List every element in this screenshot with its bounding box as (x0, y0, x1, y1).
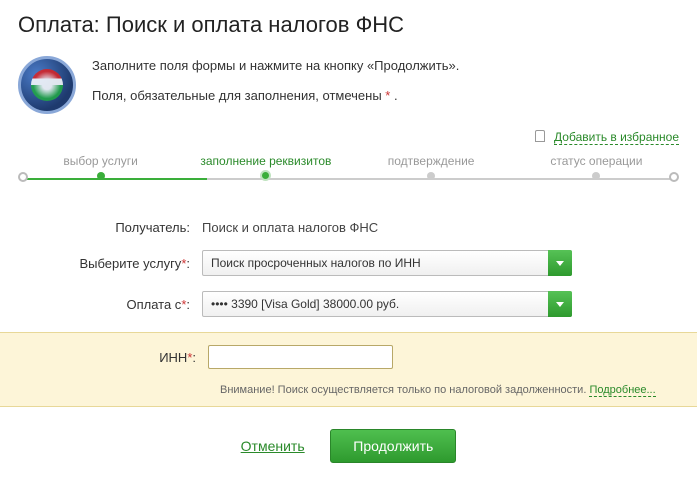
cancel-button[interactable]: Отменить (241, 438, 305, 454)
payfrom-select[interactable]: •••• 3390 [Visa Gold] 38000.00 руб. (202, 291, 572, 317)
step-label-2: заполнение реквизитов (183, 154, 348, 168)
service-select-value[interactable]: Поиск просроченных налогов по ИНН (202, 250, 572, 276)
chevron-down-icon[interactable] (548, 291, 572, 317)
inn-section: ИНН*: Внимание! Поиск осуществляется тол… (0, 332, 697, 407)
step-select-service: выбор услуги (18, 154, 183, 185)
required-asterisk: * (181, 297, 186, 312)
favorite-row: Добавить в избранное (18, 129, 679, 144)
fns-logo (18, 56, 76, 114)
label-service: Выберите услугу*: (24, 256, 202, 271)
label-service-text: Выберите услугу (79, 256, 181, 271)
step-label-3: подтверждение (349, 154, 514, 168)
inn-input[interactable] (208, 345, 393, 369)
actions-row: Отменить Продолжить (18, 429, 679, 463)
step-status: статус операции (514, 154, 679, 185)
step-fill-details: заполнение реквизитов (183, 154, 348, 185)
label-payfrom: Оплата с*: (24, 297, 202, 312)
step-confirm: подтверждение (349, 154, 514, 185)
progress-stepper: выбор услуги заполнение реквизитов подтв… (18, 154, 679, 194)
continue-button[interactable]: Продолжить (330, 429, 456, 463)
step-dot-1 (97, 172, 105, 180)
step-dot-4 (592, 172, 600, 180)
intro-text: Заполните поля формы и нажмите на кнопку… (92, 56, 459, 115)
chevron-down-icon[interactable] (548, 250, 572, 276)
intro-line-1: Заполните поля формы и нажмите на кнопку… (92, 56, 459, 76)
row-service: Выберите услугу*: Поиск просроченных нал… (18, 250, 679, 276)
intro-required-prefix: Поля, обязательные для заполнения, отмеч… (92, 88, 385, 103)
value-recipient: Поиск и оплата налогов ФНС (202, 220, 673, 235)
add-favorite-link[interactable]: Добавить в избранное (554, 130, 679, 145)
bookmark-icon (535, 130, 545, 142)
hint-more-link[interactable]: Подробнее... (589, 384, 655, 397)
service-select[interactable]: Поиск просроченных налогов по ИНН (202, 250, 572, 276)
label-inn: ИНН*: (30, 350, 208, 365)
step-label-1: выбор услуги (18, 154, 183, 168)
label-payfrom-text: Оплата с (126, 297, 181, 312)
intro-required-suffix: . (390, 88, 397, 103)
label-inn-text: ИНН (159, 350, 187, 365)
intro-line-2: Поля, обязательные для заполнения, отмеч… (92, 86, 459, 106)
row-payfrom: Оплата с*: •••• 3390 [Visa Gold] 38000.0… (18, 291, 679, 317)
step-label-4: статус операции (514, 154, 679, 168)
step-dot-2 (260, 170, 271, 181)
page-title: Оплата: Поиск и оплата налогов ФНС (18, 12, 679, 38)
required-asterisk: * (181, 256, 186, 271)
intro-block: Заполните поля формы и нажмите на кнопку… (18, 56, 679, 115)
required-asterisk: * (187, 350, 192, 365)
inn-hint: Внимание! Поиск осуществляется только по… (196, 384, 691, 398)
label-recipient: Получатель: (24, 220, 202, 235)
step-dot-3 (427, 172, 435, 180)
payfrom-select-value[interactable]: •••• 3390 [Visa Gold] 38000.00 руб. (202, 291, 572, 317)
hint-text: Внимание! Поиск осуществляется только по… (220, 384, 589, 396)
row-inn: ИНН*: (6, 345, 691, 369)
row-recipient: Получатель: Поиск и оплата налогов ФНС (18, 220, 679, 235)
